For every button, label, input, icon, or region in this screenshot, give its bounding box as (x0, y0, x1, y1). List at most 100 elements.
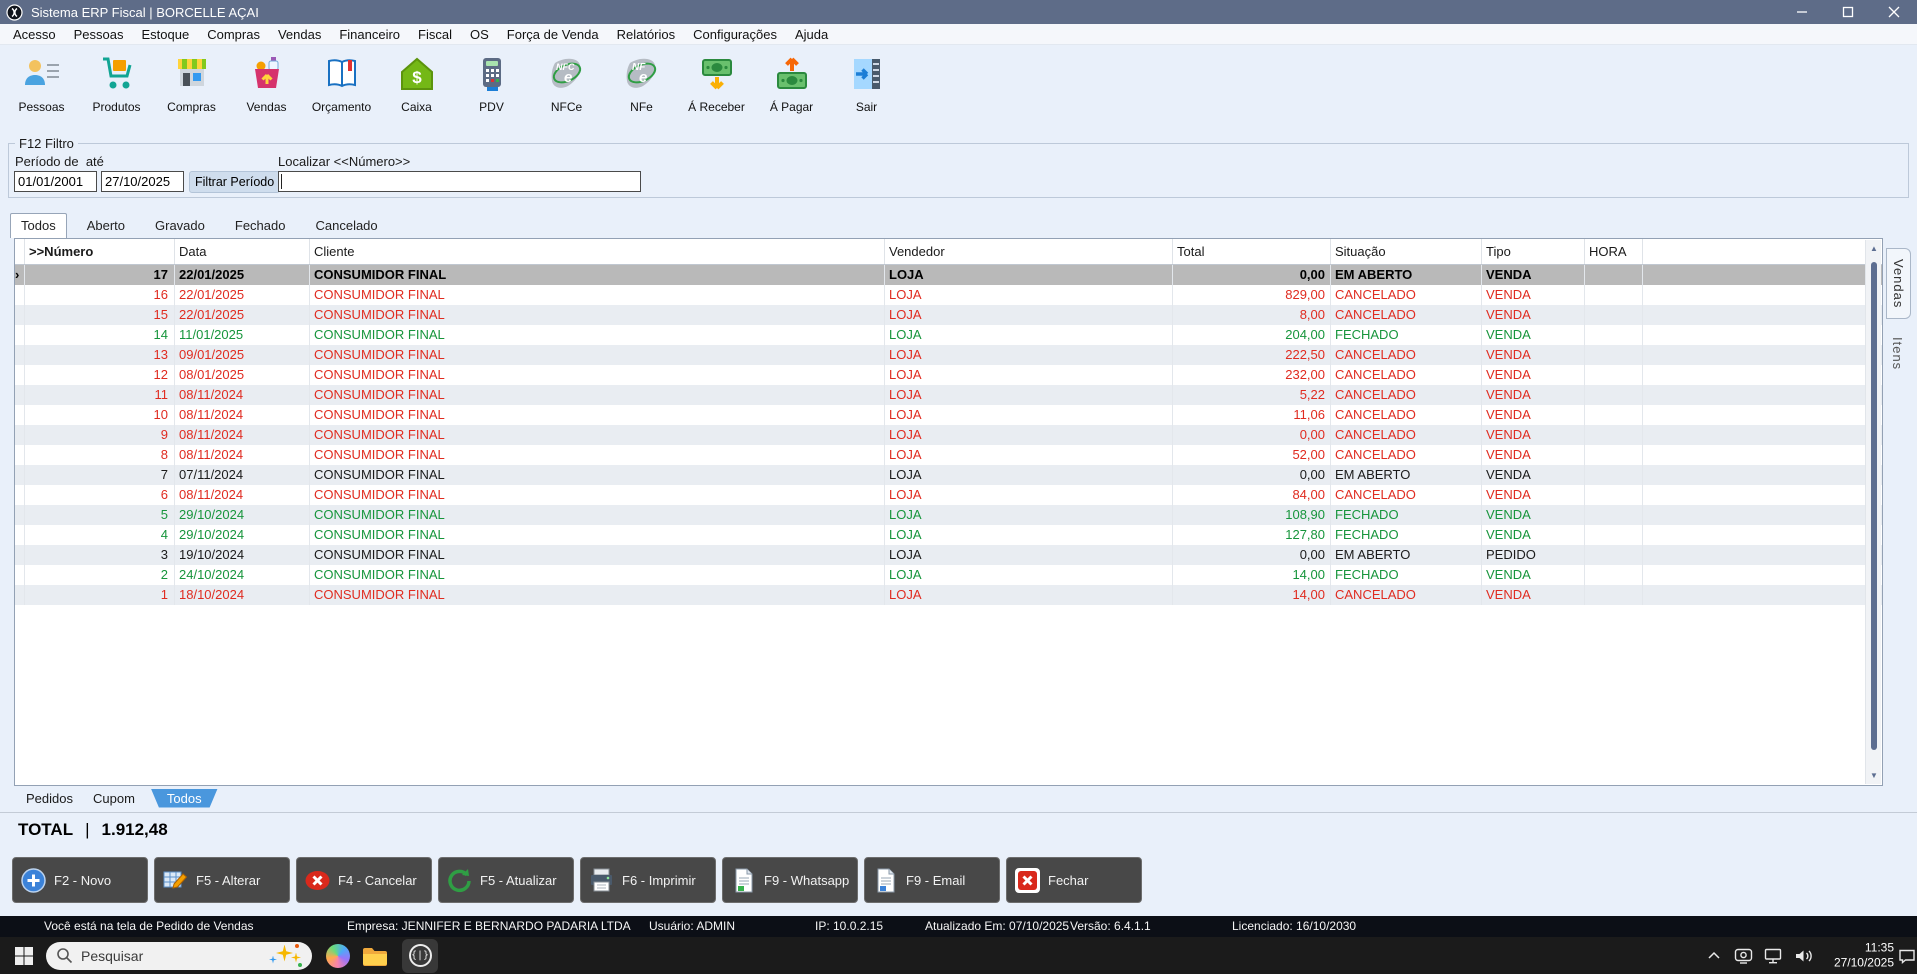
fechar-button[interactable]: Fechar (1006, 857, 1142, 903)
toolbar-button-sair[interactable]: Sair (829, 46, 904, 130)
menu-item[interactable]: Pessoas (65, 27, 133, 42)
toolbar-button-orcamento[interactable]: Orçamento (304, 46, 379, 130)
column-header-cliente[interactable]: Cliente (310, 239, 885, 264)
menu-item[interactable]: Compras (198, 27, 269, 42)
column-header-vendedor[interactable]: Vendedor (885, 239, 1173, 264)
table-row[interactable]: 12 08/01/2025 CONSUMIDOR FINAL LOJA 232,… (15, 365, 1882, 385)
table-row[interactable]: 13 09/01/2025 CONSUMIDOR FINAL LOJA 222,… (15, 345, 1882, 365)
status-tab[interactable]: Cancelado (305, 214, 387, 238)
tray-network-icon[interactable] (1764, 947, 1783, 964)
minimize-icon[interactable] (1779, 0, 1825, 24)
table-scrollbar[interactable]: ▲ ▼ (1865, 240, 1881, 784)
toolbar-button-caixa[interactable]: $ Caixa (379, 46, 454, 130)
bottom-tab[interactable]: Todos (151, 789, 218, 808)
toolbar-button-nfe[interactable]: NFe NFe (604, 46, 679, 130)
tray-clock[interactable]: 11:35 27/10/2025 (1822, 940, 1894, 971)
atualizar-button[interactable]: F5 - Atualizar (438, 857, 574, 903)
whatsapp-button[interactable]: F9 - Whatsapp (722, 857, 858, 903)
table-row[interactable]: 5 29/10/2024 CONSUMIDOR FINAL LOJA 108,9… (15, 505, 1882, 525)
column-header-numero[interactable]: >>Número (25, 239, 175, 264)
status-tab[interactable]: Fechado (225, 214, 296, 238)
novo-button[interactable]: F2 - Novo (12, 857, 148, 903)
status-tab[interactable]: Gravado (145, 214, 215, 238)
table-row[interactable]: 9 08/11/2024 CONSUMIDOR FINAL LOJA 0,00 … (15, 425, 1882, 445)
menu-item[interactable]: Financeiro (330, 27, 409, 42)
storefront-icon (173, 53, 211, 95)
close-app-icon (1014, 867, 1041, 894)
status-tab[interactable]: Aberto (77, 214, 135, 238)
table-row[interactable]: 4 29/10/2024 CONSUMIDOR FINAL LOJA 127,8… (15, 525, 1882, 545)
menu-item[interactable]: Estoque (133, 27, 199, 42)
tray-notification-icon[interactable] (1898, 947, 1916, 964)
cancelar-button[interactable]: F4 - Cancelar (296, 857, 432, 903)
close-icon[interactable] (1871, 0, 1917, 24)
menu-item[interactable]: Ajuda (786, 27, 837, 42)
table-row[interactable]: 1 18/10/2024 CONSUMIDOR FINAL LOJA 14,00… (15, 585, 1882, 605)
column-header-situacao[interactable]: Situação (1331, 239, 1482, 264)
table-row[interactable]: 11 08/11/2024 CONSUMIDOR FINAL LOJA 5,22… (15, 385, 1882, 405)
start-button[interactable] (14, 946, 34, 966)
scroll-down-icon[interactable]: ▼ (1866, 771, 1882, 780)
table-row[interactable]: 15 22/01/2025 CONSUMIDOR FINAL LOJA 8,00… (15, 305, 1882, 325)
taskbar-search-input[interactable]: Pesquisar (46, 942, 312, 970)
toolbar-button-apagar[interactable]: Á Pagar (754, 46, 829, 130)
scrollbar-thumb[interactable] (1871, 262, 1877, 750)
column-header-tipo[interactable]: Tipo (1482, 239, 1585, 264)
menu-item[interactable]: OS (461, 27, 498, 42)
maximize-icon[interactable] (1825, 0, 1871, 24)
menu-item[interactable]: Fiscal (409, 27, 461, 42)
table-row[interactable]: 2 24/10/2024 CONSUMIDOR FINAL LOJA 14,00… (15, 565, 1882, 585)
tray-capture-icon[interactable] (1734, 947, 1753, 964)
table-row[interactable]: 3 19/10/2024 CONSUMIDOR FINAL LOJA 0,00 … (15, 545, 1882, 565)
cell-cliente: CONSUMIDOR FINAL (310, 285, 885, 305)
side-tab[interactable]: Itens (1886, 327, 1909, 380)
toolbar-button-compras[interactable]: Compras (154, 46, 229, 130)
file-explorer-icon[interactable] (362, 945, 388, 967)
cell-cliente: CONSUMIDOR FINAL (310, 545, 885, 565)
tray-chevron-icon[interactable] (1706, 948, 1722, 964)
filter-period-button[interactable]: Filtrar Período (189, 171, 280, 193)
menu-item[interactable]: Força de Venda (498, 27, 608, 42)
bottom-tab[interactable]: Cupom (89, 790, 139, 807)
toolbar-button-areceber[interactable]: Á Receber (679, 46, 754, 130)
bottom-tab[interactable]: Pedidos (22, 790, 77, 807)
imprimir-button[interactable]: F6 - Imprimir (580, 857, 716, 903)
cell-numero: 4 (25, 525, 175, 545)
column-header-hora[interactable]: HORA (1585, 239, 1643, 264)
toolbar-button-pessoas[interactable]: Pessoas (4, 46, 79, 130)
table-row[interactable]: 16 22/01/2025 CONSUMIDOR FINAL LOJA 829,… (15, 285, 1882, 305)
alterar-button[interactable]: F5 - Alterar (154, 857, 290, 903)
scroll-up-icon[interactable]: ▲ (1866, 244, 1882, 253)
sale-basket-icon (248, 53, 286, 95)
localizar-input[interactable] (278, 171, 641, 192)
date-from-field[interactable] (14, 171, 97, 192)
email-button[interactable]: F9 - Email (864, 857, 1000, 903)
toolbar-button-pdv[interactable]: PDV (454, 46, 529, 130)
cell-vendedor: LOJA (885, 525, 1173, 545)
date-to-field[interactable] (101, 171, 184, 192)
menu-item[interactable]: Relatórios (608, 27, 685, 42)
menu-item[interactable]: Acesso (4, 27, 65, 42)
status-tab[interactable]: Todos (10, 213, 67, 238)
table-row[interactable]: 8 08/11/2024 CONSUMIDOR FINAL LOJA 52,00… (15, 445, 1882, 465)
toolbar-button-vendas[interactable]: Vendas (229, 46, 304, 130)
table-row[interactable]: 6 08/11/2024 CONSUMIDOR FINAL LOJA 84,00… (15, 485, 1882, 505)
table-row[interactable]: 10 08/11/2024 CONSUMIDOR FINAL LOJA 11,0… (15, 405, 1882, 425)
table-row[interactable]: › 17 22/01/2025 CONSUMIDOR FINAL LOJA 0,… (15, 265, 1882, 285)
menu-item[interactable]: Configurações (684, 27, 786, 42)
tray-volume-icon[interactable] (1794, 947, 1814, 964)
cell-cliente: CONSUMIDOR FINAL (310, 265, 885, 285)
toolbar-button-produtos[interactable]: Produtos (79, 46, 154, 130)
table-row[interactable]: 7 07/11/2024 CONSUMIDOR FINAL LOJA 0,00 … (15, 465, 1882, 485)
side-tab[interactable]: Vendas (1886, 248, 1911, 319)
column-header-data[interactable]: Data (175, 239, 310, 264)
menu-item[interactable]: Vendas (269, 27, 330, 42)
cell-total: 8,00 (1173, 305, 1331, 325)
column-header-total[interactable]: Total (1173, 239, 1331, 264)
copilot-icon[interactable] (326, 944, 350, 968)
button-label: Fechar (1048, 873, 1088, 888)
button-label: F2 - Novo (54, 873, 111, 888)
toolbar-button-nfce[interactable]: NFCe NFCe (529, 46, 604, 130)
table-row[interactable]: 14 11/01/2025 CONSUMIDOR FINAL LOJA 204,… (15, 325, 1882, 345)
erp-app-taskbar-icon[interactable]: {|} (402, 939, 438, 973)
